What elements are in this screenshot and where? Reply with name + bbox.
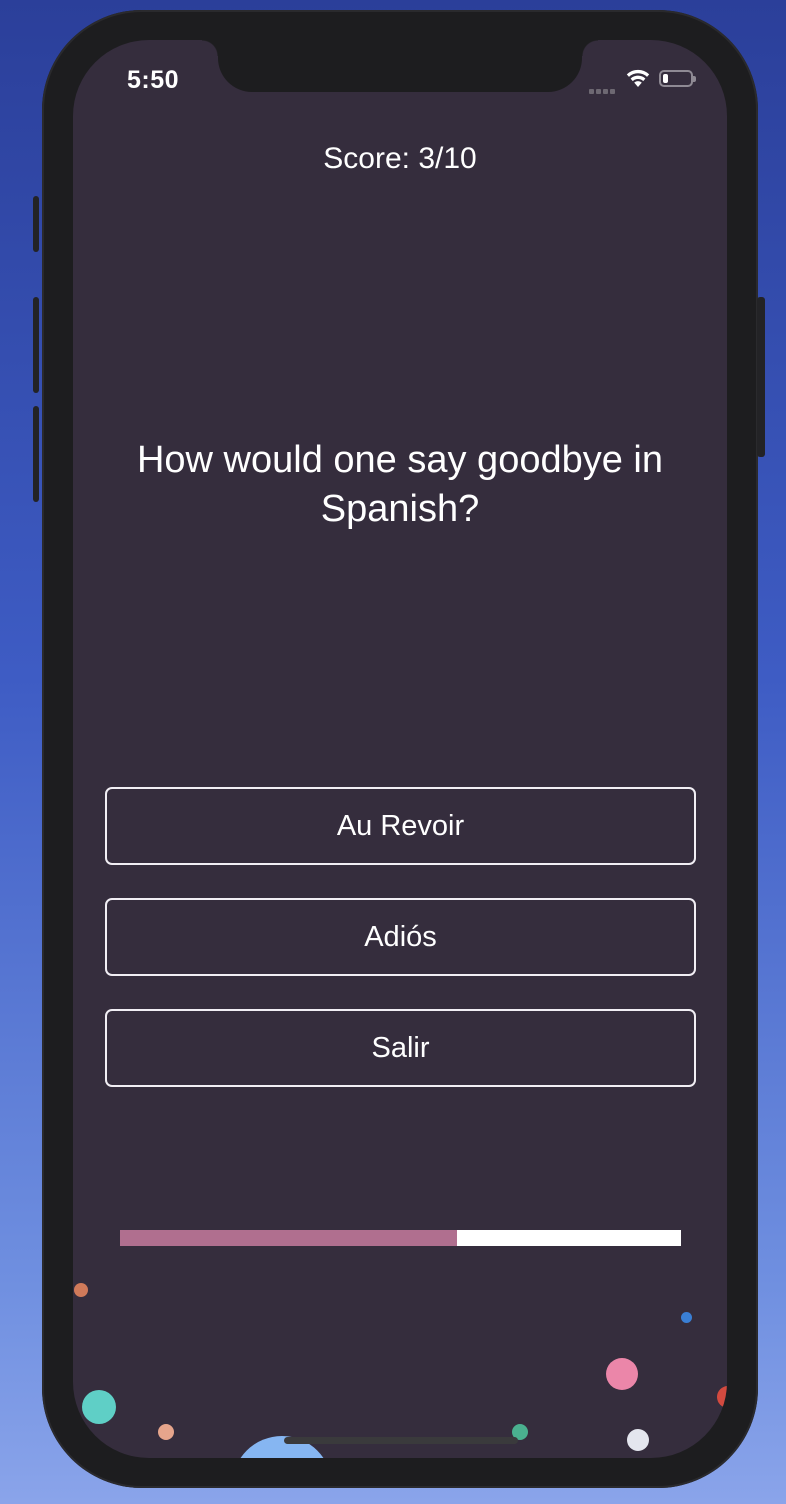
status-icons bbox=[589, 68, 701, 94]
answer-button-adios[interactable]: Adiós bbox=[105, 898, 696, 976]
confetti-dot bbox=[717, 1386, 727, 1408]
confetti-dot bbox=[681, 1312, 692, 1323]
volume-down-button bbox=[33, 406, 39, 502]
notch bbox=[202, 40, 598, 92]
battery-icon bbox=[659, 70, 696, 87]
answer-button-au-revoir[interactable]: Au Revoir bbox=[105, 787, 696, 865]
status-time: 5:50 bbox=[127, 66, 180, 94]
answer-button-salir[interactable]: Salir bbox=[105, 1009, 696, 1087]
home-indicator[interactable] bbox=[284, 1437, 518, 1444]
confetti-dot bbox=[606, 1358, 638, 1390]
question-text: How would one say goodbye in Spanish? bbox=[136, 439, 663, 530]
score-label: Score: 3/10 bbox=[323, 142, 477, 175]
confetti-dot bbox=[82, 1390, 116, 1424]
volume-up-button bbox=[33, 297, 39, 393]
wifi-icon bbox=[626, 69, 650, 87]
power-button bbox=[757, 297, 765, 457]
confetti-dot bbox=[627, 1429, 649, 1451]
battery-level bbox=[663, 74, 668, 83]
progress-bar-fill bbox=[120, 1230, 457, 1246]
confetti-dot bbox=[74, 1283, 88, 1297]
cellular-signal-icon bbox=[589, 81, 619, 94]
app-screen: 5:50 Score: 3/10 How would one say goodb… bbox=[73, 40, 727, 1458]
silent-switch bbox=[33, 196, 39, 252]
confetti-dot bbox=[158, 1424, 174, 1440]
progress-bar bbox=[120, 1230, 681, 1246]
